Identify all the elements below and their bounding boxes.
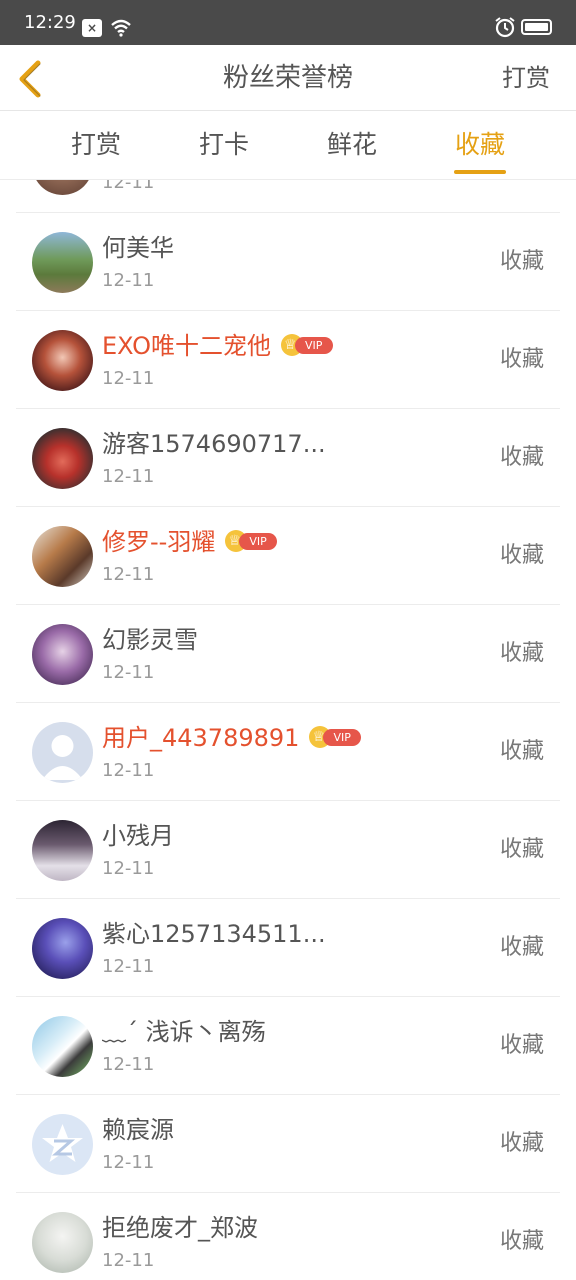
date: 12-11 xyxy=(102,180,155,193)
action-label: 收藏 xyxy=(499,641,544,666)
date: 12-11 xyxy=(102,270,155,291)
action-label: 收藏 xyxy=(499,1131,544,1156)
vip-badge: VIP xyxy=(225,530,278,552)
fan-favorites-list: 12-11 收藏 何美华 12-11 收藏 EXO唯十二宠他VIP 12-11 … xyxy=(0,180,576,1280)
vip-badge: VIP xyxy=(309,726,362,748)
avatar xyxy=(32,1016,93,1077)
top-app-bar: 粉丝荣誉榜 打赏 xyxy=(0,45,576,111)
user-name: 小残月 xyxy=(102,822,174,850)
list-item[interactable]: 12-11 收藏 xyxy=(16,180,560,213)
user-name: 赖宸源 xyxy=(102,1116,174,1144)
action-label: 收藏 xyxy=(499,445,544,470)
avatar xyxy=(32,180,93,195)
list-item[interactable]: 何美华 12-11 收藏 xyxy=(16,213,560,311)
status-time: 12:29 xyxy=(24,12,76,33)
date: 12-11 xyxy=(102,1152,155,1173)
action-label: 收藏 xyxy=(499,1229,544,1254)
avatar xyxy=(32,1114,93,1175)
list-item[interactable]: 修罗--羽耀VIP 12-11 收藏 xyxy=(16,507,560,605)
action-label: 收藏 xyxy=(499,935,544,960)
vip-badge: VIP xyxy=(280,334,333,356)
user-name: ﹏ˊ 浅诉丶离殇 xyxy=(102,1018,266,1046)
action-label: 收藏 xyxy=(499,1033,544,1058)
date: 12-11 xyxy=(102,858,155,879)
reward-button[interactable]: 打赏 xyxy=(502,61,550,95)
user-name: 何美华 xyxy=(102,234,174,262)
action-label: 收藏 xyxy=(499,249,544,274)
tab-favorites[interactable]: 收藏 xyxy=(420,128,540,162)
date: 12-11 xyxy=(102,564,155,585)
list-item[interactable]: 拒绝废才_郑波 12-11 收藏 xyxy=(16,1193,560,1280)
user-name: 游客1574690717... xyxy=(102,430,326,458)
avatar xyxy=(32,820,93,881)
avatar xyxy=(32,428,93,489)
avatar xyxy=(32,918,93,979)
list-item[interactable]: 小残月 12-11 收藏 xyxy=(16,801,560,899)
action-label: 收藏 xyxy=(499,837,544,862)
action-label: 收藏 xyxy=(499,347,544,372)
user-name: 用户_443789891VIP xyxy=(102,721,362,755)
action-label: 收藏 xyxy=(499,543,544,568)
list-item[interactable]: ﹏ˊ 浅诉丶离殇 12-11 收藏 xyxy=(16,997,560,1095)
avatar xyxy=(32,232,93,293)
list-item[interactable]: 紫心1257134511... 12-11 收藏 xyxy=(16,899,560,997)
avatar xyxy=(32,526,93,587)
list-item[interactable]: 用户_443789891VIP 12-11 收藏 xyxy=(16,703,560,801)
tab-bar: 打赏 打卡 鲜花 收藏 xyxy=(0,112,576,180)
user-name: 紫心1257134511... xyxy=(102,920,326,948)
qq-zone-icon xyxy=(42,1124,83,1162)
action-label: 收藏 xyxy=(499,739,544,764)
tab-flowers[interactable]: 鲜花 xyxy=(292,128,412,162)
avatar xyxy=(32,624,93,685)
list-item[interactable]: 幻影灵雪 12-11 收藏 xyxy=(16,605,560,703)
user-name: EXO唯十二宠他VIP xyxy=(102,329,333,363)
tab-checkin[interactable]: 打卡 xyxy=(164,128,284,162)
date: 12-11 xyxy=(102,1250,155,1271)
date: 12-11 xyxy=(102,466,155,487)
status-bar: 12:29 × xyxy=(0,0,576,45)
date: 12-11 xyxy=(102,368,155,389)
list-item[interactable]: EXO唯十二宠他VIP 12-11 收藏 xyxy=(16,311,560,409)
user-name: 幻影灵雪 xyxy=(102,626,198,654)
date: 12-11 xyxy=(102,760,155,781)
user-name: 修罗--羽耀VIP xyxy=(102,525,278,559)
date: 12-11 xyxy=(102,662,155,683)
avatar xyxy=(32,330,93,391)
date: 12-11 xyxy=(102,1054,155,1075)
default-avatar-icon xyxy=(42,735,83,780)
alarm-icon xyxy=(495,17,515,38)
tab-reward[interactable]: 打赏 xyxy=(36,128,156,162)
page-title: 粉丝荣誉榜 xyxy=(222,63,353,93)
avatar xyxy=(32,1212,93,1273)
close-notification-icon: × xyxy=(82,19,102,37)
date: 12-11 xyxy=(102,956,155,977)
list-item[interactable]: 赖宸源 12-11 收藏 xyxy=(16,1095,560,1193)
user-name: 拒绝废才_郑波 xyxy=(102,1214,258,1242)
active-tab-indicator xyxy=(454,170,506,174)
wifi-icon xyxy=(111,19,131,37)
list-item[interactable]: 游客1574690717... 12-11 收藏 xyxy=(16,409,560,507)
battery-icon xyxy=(521,19,552,35)
avatar xyxy=(32,722,93,783)
